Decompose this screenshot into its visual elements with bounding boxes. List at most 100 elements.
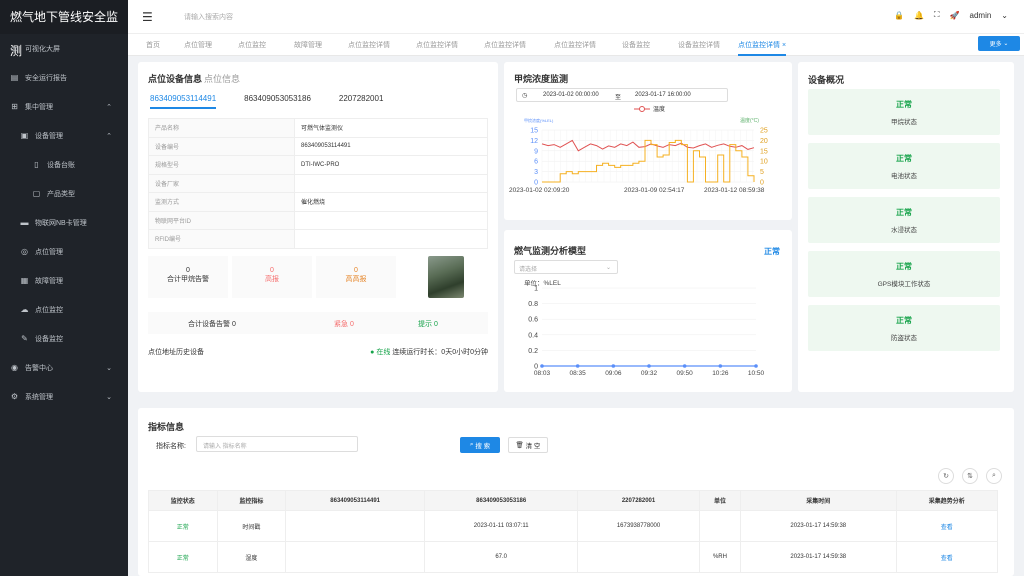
indicator-name-input[interactable]: 请输入 指标名称: [196, 436, 358, 452]
sidebar-item-5[interactable]: ▢ 产品类型: [0, 179, 128, 208]
gas-model-card: 燃气监测分析模型 正常 请选择 ⌄ 单位：%LEL 0 0.2 0.4 0.6 0.8 1 08…: [504, 230, 792, 392]
range-end[interactable]: 2023-01-17 16:00:00: [635, 92, 691, 98]
overview-label: 防盗状态: [891, 335, 917, 342]
column-header[interactable]: 863409053053186: [424, 490, 579, 511]
sidebar-item-8[interactable]: ▦ 故障管理: [0, 266, 128, 295]
tab-close-icon[interactable]: ×: [780, 42, 786, 49]
tab-9[interactable]: 设备监控详情: [678, 40, 720, 50]
sidebar-item-1[interactable]: ▤ 安全运行报告: [0, 63, 128, 92]
column-header[interactable]: 监控状态: [148, 490, 218, 511]
sidebar-item-6[interactable]: ▬ 物联网NB卡管理: [0, 208, 128, 237]
data-point: [575, 364, 580, 368]
sidebar-item-label: 系统管理: [25, 393, 53, 401]
table-cell: 正常: [148, 510, 218, 542]
columns-icon[interactable]: ⇅: [962, 468, 978, 484]
sidebar-item-4[interactable]: ▯ 设备台账: [0, 150, 128, 179]
select-chevron-icon: ⌄: [605, 265, 611, 271]
info-key: 规格型号: [148, 155, 295, 175]
overview-title: 设备概况: [808, 75, 845, 85]
device-tab-1[interactable]: 863409053053186: [244, 94, 311, 109]
search-icon: ⌕: [469, 441, 474, 448]
user-name[interactable]: admin: [970, 11, 992, 20]
history-devices-link[interactable]: 点位地址历史设备: [148, 349, 204, 356]
device-tab-0[interactable]: 863409053114491: [150, 94, 217, 109]
search-toggle-icon[interactable]: ⌕: [986, 468, 1002, 484]
stat-value: 0: [270, 267, 274, 274]
bell-icon[interactable]: 🔔: [914, 11, 924, 20]
fullscreen-icon[interactable]: ⛶: [934, 10, 940, 20]
sidebar-item-10[interactable]: ✎ 设备监控: [0, 324, 128, 353]
y-axis-label: 单位：%LEL: [524, 280, 561, 287]
indicator-title: 指标信息: [148, 422, 185, 432]
info-key: 设备厂家: [148, 173, 295, 193]
tab-0[interactable]: 首页: [146, 40, 160, 50]
sidebar-item-2[interactable]: ⊞ 集中管理 ⌃: [0, 92, 128, 121]
column-header[interactable]: 采集趋势分析: [895, 490, 998, 511]
x-tick: 09:06: [605, 370, 622, 377]
global-search-input[interactable]: 请输入搜索内容: [184, 12, 233, 22]
more-label: 更多: [989, 42, 1002, 48]
reset-button[interactable]: 🗑 清 空: [508, 437, 548, 453]
overview-label: 电池状态: [891, 173, 917, 180]
sidebar-item-label: 可视化大屏: [25, 45, 60, 53]
tab-3[interactable]: 故障管理: [294, 40, 322, 50]
view-trend-link[interactable]: 查看: [895, 541, 998, 573]
sidebar-item-7[interactable]: ◎ 点位管理: [0, 237, 128, 266]
x-tick: 10:50: [748, 370, 765, 377]
chevron-down-icon[interactable]: ⌄: [1001, 11, 1008, 20]
device-tabs: 863409053114491 863409053053186 2207282001: [150, 94, 383, 109]
y-tick: 1: [534, 286, 538, 293]
tab-2[interactable]: 点位监控: [238, 40, 266, 50]
overview-status: 正常: [896, 316, 912, 325]
column-header[interactable]: 监控指标: [216, 490, 287, 511]
tab-7[interactable]: 点位监控详情: [554, 40, 596, 50]
tab-label: 点位监控详情: [484, 42, 526, 49]
fault-icon: ▦: [20, 276, 29, 285]
column-header[interactable]: 2207282001: [577, 490, 700, 511]
table-cell: 1673938778000: [577, 510, 700, 542]
tab-5[interactable]: 点位监控详情: [416, 40, 458, 50]
data-point: [682, 364, 687, 368]
refresh-icon[interactable]: ↻: [938, 468, 954, 484]
tab-6[interactable]: 点位监控详情: [484, 40, 526, 50]
column-header[interactable]: 863409053114491: [285, 490, 426, 511]
menu-toggle-icon[interactable]: ☰: [142, 10, 153, 24]
indicator-name-label: 指标名称:: [156, 443, 186, 450]
device-photo[interactable]: [428, 256, 464, 298]
device-tab-2[interactable]: 2207282001: [339, 94, 384, 109]
tab-8[interactable]: 设备监控: [622, 40, 650, 50]
indicator-table: 监控状态 监控指标 863409053114491 863409053053186 22…: [148, 490, 998, 573]
sidebar-item-9[interactable]: ☁ 点位监控: [0, 295, 128, 324]
ledger-icon: ▯: [34, 160, 39, 169]
sidebar-item-3[interactable]: ▣ 设备管理 ⌃: [0, 121, 128, 150]
info-value: DTI-IWC-PRO: [294, 155, 488, 175]
legend-label: 温度: [653, 105, 665, 113]
sidebar-item-11[interactable]: ◉ 告警中心 ⌄: [0, 353, 128, 382]
tab-1[interactable]: 点位管理: [184, 40, 212, 50]
device-card-subtitle[interactable]: 点位信息: [204, 72, 240, 85]
tab-label: 点位监控详情: [738, 42, 780, 49]
search-button[interactable]: ⌕ 搜 索: [460, 437, 500, 453]
trash-icon: 🗑: [515, 442, 524, 449]
overview-item: 正常 水浸状态: [808, 197, 1000, 243]
tab-label: 首页: [146, 42, 160, 49]
column-header[interactable]: 采集时间: [740, 490, 897, 511]
range-start[interactable]: 2023-01-02 00:00:00: [543, 92, 599, 98]
sidebar-item-0[interactable]: ▭ 可视化大屏: [0, 34, 128, 63]
rocket-icon[interactable]: 🚀: [950, 11, 960, 20]
date-range-picker[interactable]: ◷ 2023-01-02 00:00:00 至 2023-01-17 16:00…: [516, 88, 728, 102]
overview-label: GPS模块工作状态: [877, 281, 931, 288]
sidebar-item-label: 物联网NB卡管理: [35, 219, 87, 227]
view-trend-link[interactable]: 查看: [895, 510, 998, 542]
top-header: ☰ 请输入搜索内容 🔒 🔔 ⛶ 🚀 admin ⌄: [128, 0, 1024, 34]
tab-10[interactable]: 点位监控详情 ×: [738, 40, 787, 56]
tab-4[interactable]: 点位监控详情: [348, 40, 390, 50]
device-icon: ▣: [20, 131, 29, 140]
device-info-row: 设备厂家: [148, 173, 488, 193]
column-header[interactable]: 单位: [698, 490, 742, 511]
model-select[interactable]: 请选择 ⌄: [514, 260, 618, 274]
sidebar-item-12[interactable]: ⚙ 系统管理 ⌄: [0, 382, 128, 411]
more-tabs-button[interactable]: 更多 ⌄: [978, 36, 1020, 51]
lock-icon[interactable]: 🔒: [894, 11, 904, 20]
stat-label: 合计甲烷告警: [167, 276, 209, 283]
